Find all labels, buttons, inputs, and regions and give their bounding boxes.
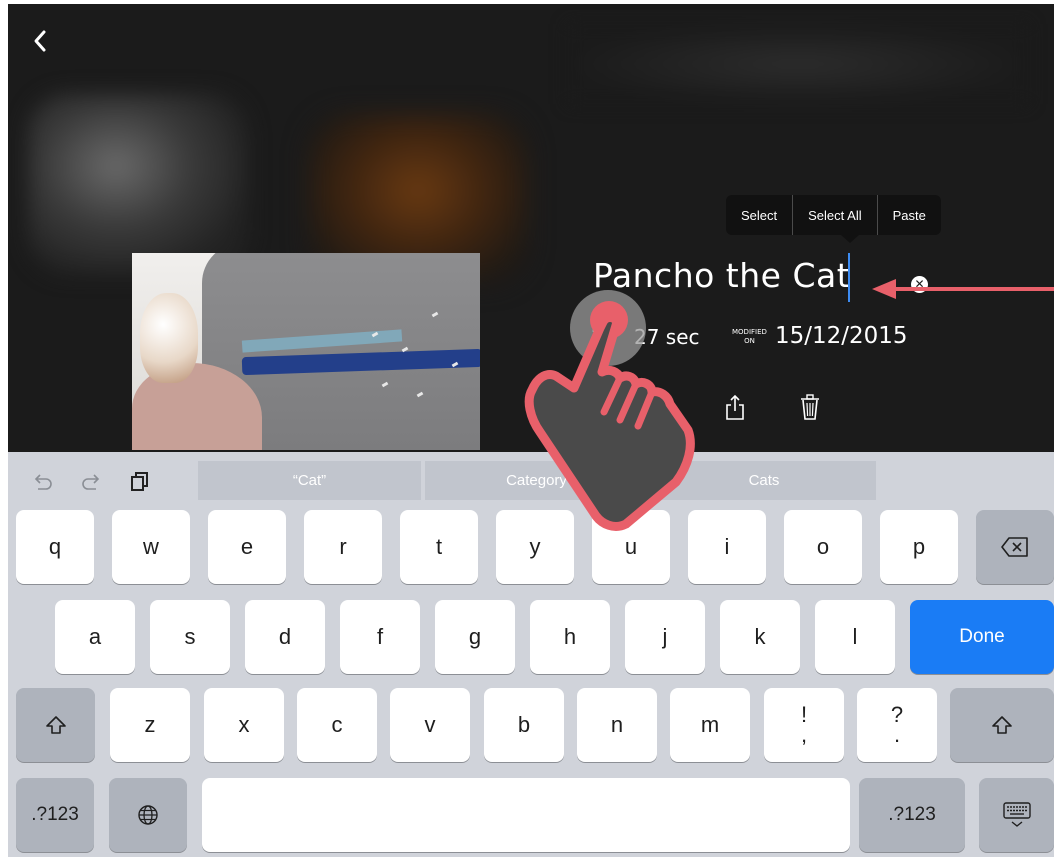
globe-icon bbox=[138, 805, 158, 825]
space-bar[interactable] bbox=[202, 778, 850, 852]
paste-menu-item[interactable]: Paste bbox=[878, 195, 941, 235]
undo-icon[interactable] bbox=[32, 470, 54, 492]
key-l[interactable]: l bbox=[815, 600, 895, 674]
redo-icon[interactable] bbox=[80, 470, 102, 492]
done-key[interactable]: Done bbox=[910, 600, 1054, 674]
numbers-key-left[interactable]: .?123 bbox=[16, 778, 94, 852]
share-icon[interactable] bbox=[724, 393, 746, 421]
key-k[interactable]: k bbox=[720, 600, 800, 674]
key-u[interactable]: u bbox=[592, 510, 670, 584]
clear-text-icon[interactable]: ✕ bbox=[911, 276, 928, 293]
key-h[interactable]: h bbox=[530, 600, 610, 674]
paste-clipboard-icon[interactable] bbox=[128, 470, 150, 492]
background-blur-left bbox=[28, 94, 248, 274]
numbers-key-right[interactable]: .?123 bbox=[859, 778, 965, 852]
text-caret bbox=[848, 253, 850, 302]
key-b[interactable]: b bbox=[484, 688, 564, 762]
key-o[interactable]: o bbox=[784, 510, 862, 584]
key-c[interactable]: c bbox=[297, 688, 377, 762]
key-p[interactable]: p bbox=[880, 510, 958, 584]
suggestion-bar: “Cat” Category Cats bbox=[8, 452, 1054, 500]
key-n[interactable]: n bbox=[577, 688, 657, 762]
duration-value: 27 sec bbox=[634, 325, 700, 349]
backspace-icon bbox=[1001, 537, 1028, 557]
modified-label: MODIFIED ON bbox=[732, 328, 767, 345]
suggestion-3[interactable]: Cats bbox=[652, 461, 876, 500]
title-input[interactable]: Pancho the Cat bbox=[593, 256, 850, 295]
trash-icon[interactable] bbox=[799, 393, 821, 421]
key-s[interactable]: s bbox=[150, 600, 230, 674]
hide-keyboard-key[interactable] bbox=[979, 778, 1054, 852]
key-exclamation-comma[interactable]: ! , bbox=[764, 688, 844, 762]
key-z[interactable]: z bbox=[110, 688, 190, 762]
suggestion-2[interactable]: Category bbox=[425, 461, 648, 500]
key-x[interactable]: x bbox=[204, 688, 284, 762]
modified-date: 15/12/2015 bbox=[775, 323, 908, 349]
duration-label: DU bbox=[592, 326, 603, 334]
key-question-period[interactable]: ? . bbox=[857, 688, 937, 762]
select-all-menu-item[interactable]: Select All bbox=[793, 195, 876, 235]
key-i[interactable]: i bbox=[688, 510, 766, 584]
keyboard-dismiss-icon bbox=[1002, 802, 1031, 827]
key-f[interactable]: f bbox=[340, 600, 420, 674]
globe-key[interactable] bbox=[109, 778, 187, 852]
key-v[interactable]: v bbox=[390, 688, 470, 762]
key-t[interactable]: t bbox=[400, 510, 478, 584]
key-e[interactable]: e bbox=[208, 510, 286, 584]
key-w[interactable]: w bbox=[112, 510, 190, 584]
video-thumbnail[interactable] bbox=[132, 253, 480, 450]
key-y[interactable]: y bbox=[496, 510, 574, 584]
copy-icon[interactable] bbox=[655, 393, 677, 421]
suggestion-1[interactable]: “Cat” bbox=[198, 461, 421, 500]
select-menu-item[interactable]: Select bbox=[726, 195, 792, 235]
keyboard: “Cat” Category Cats q w e r t y u i o p … bbox=[8, 452, 1054, 857]
shift-key-right[interactable] bbox=[950, 688, 1054, 762]
shift-key-left[interactable] bbox=[16, 688, 95, 762]
key-q[interactable]: q bbox=[16, 510, 94, 584]
cat-image bbox=[140, 293, 198, 383]
key-m[interactable]: m bbox=[670, 688, 750, 762]
left-edge bbox=[0, 0, 8, 857]
key-j[interactable]: j bbox=[625, 600, 705, 674]
key-a[interactable]: a bbox=[55, 600, 135, 674]
key-r[interactable]: r bbox=[304, 510, 382, 584]
chevron-left-icon[interactable] bbox=[28, 26, 54, 56]
shift-icon bbox=[45, 716, 66, 734]
key-d[interactable]: d bbox=[245, 600, 325, 674]
shift-icon bbox=[992, 716, 1012, 734]
background-blur-top bbox=[568, 24, 1028, 104]
delete-key[interactable] bbox=[976, 510, 1054, 584]
edit-menu: Select Select All Paste bbox=[726, 195, 941, 243]
key-g[interactable]: g bbox=[435, 600, 515, 674]
